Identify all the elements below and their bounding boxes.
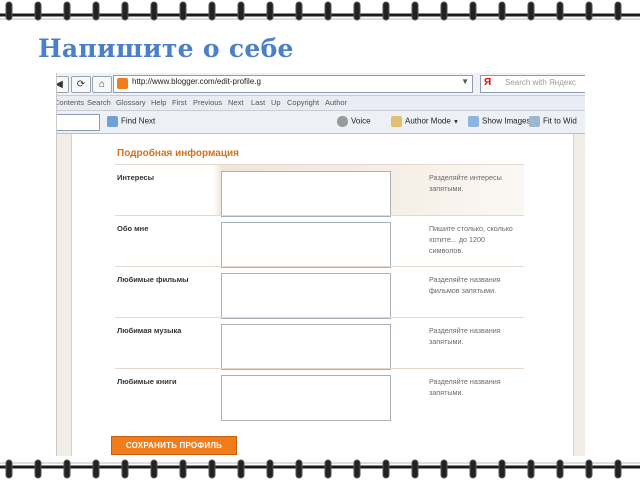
find-input[interactable] <box>57 114 100 131</box>
field-label: Интересы <box>117 173 154 182</box>
field-label: Любимая музыка <box>117 326 182 335</box>
menu-item-help[interactable]: Help <box>151 98 166 107</box>
menu-item-first[interactable]: First <box>172 98 187 107</box>
voice-button[interactable]: Voice <box>337 116 371 127</box>
address-bar[interactable]: http://www.blogger.com/edit-profile.g ▼ <box>113 75 473 93</box>
favorite-movies-textarea[interactable] <box>221 273 391 319</box>
reload-icon[interactable]: ⟳ <box>71 76 91 93</box>
find-next-button[interactable]: Find Next <box>107 116 155 127</box>
author-mode-dropdown-icon: ▼ <box>453 119 459 126</box>
help-menu-bar: Contents Search Glossary Help First Prev… <box>57 96 585 111</box>
profile-form-panel: Подробная информация Интересы Разделяйте… <box>71 134 574 456</box>
browser-nav-bar: ◀ ⟳ ⌂ http://www.blogger.com/edit-profil… <box>57 73 585 96</box>
back-arrow-icon[interactable]: ◀ <box>57 76 69 93</box>
menu-item-search[interactable]: Search <box>87 98 111 107</box>
browser-screenshot: ◀ ⟳ ⌂ http://www.blogger.com/edit-profil… <box>56 73 585 456</box>
address-bar-url: http://www.blogger.com/edit-profile.g <box>132 77 261 86</box>
interests-textarea[interactable] <box>221 171 391 217</box>
address-dropdown-icon[interactable]: ▼ <box>461 77 469 86</box>
field-row-interests: Интересы Разделяйте интересы запятыми. <box>115 164 524 217</box>
field-hint: Разделяйте названия фильмов запятыми. <box>429 275 501 295</box>
author-mode-label: Author Mode <box>405 116 451 126</box>
menu-item-contents[interactable]: Contents <box>57 98 84 107</box>
author-mode-button[interactable]: Author Mode ▼ <box>391 116 459 127</box>
field-hint: Пишите столько, сколько хотите... до 120… <box>429 224 513 255</box>
field-row-favorite-movies: Любимые фильмы Разделяйте названия фильм… <box>115 266 524 319</box>
favorite-books-textarea[interactable] <box>221 375 391 421</box>
spiral-rings-top-icon <box>0 1 640 21</box>
voice-label: Voice <box>351 116 371 126</box>
profile-fields: Интересы Разделяйте интересы запятыми. О… <box>115 164 524 421</box>
home-icon[interactable]: ⌂ <box>92 76 112 93</box>
about-me-textarea[interactable] <box>221 222 391 268</box>
show-images-label: Show Images <box>482 116 531 126</box>
field-row-favorite-music: Любимая музыка Разделяйте названия запят… <box>115 317 524 370</box>
find-next-icon <box>107 116 118 127</box>
browser-toolbar: Find Next Voice Author Mode ▼ Show Image… <box>57 111 585 134</box>
fit-to-width-button[interactable]: Fit to Wid <box>529 116 577 127</box>
yandex-search-input[interactable]: Я Search with Яндекс <box>480 75 585 93</box>
show-images-button[interactable]: Show Images <box>468 116 530 127</box>
slide-title: Напишите о себе <box>38 34 294 63</box>
yandex-logo-icon: Я <box>484 77 492 88</box>
field-hint: Разделяйте названия запятыми. <box>429 326 501 346</box>
author-mode-icon <box>391 116 402 127</box>
save-profile-button[interactable]: СОХРАНИТЬ ПРОФИЛЬ <box>111 436 237 455</box>
blogger-favicon-icon <box>117 78 128 89</box>
search-placeholder: Search with Яндекс <box>505 78 576 87</box>
field-row-favorite-books: Любимые книги Разделяйте названия запяты… <box>115 368 524 421</box>
menu-item-previous[interactable]: Previous <box>193 98 222 107</box>
field-hint: Разделяйте интересы запятыми. <box>429 173 502 193</box>
field-hint: Разделяйте названия запятыми. <box>429 377 501 397</box>
spiral-rings-bottom-icon <box>0 459 640 479</box>
field-label: Любимые фильмы <box>117 275 189 284</box>
favorite-music-textarea[interactable] <box>221 324 391 370</box>
microphone-icon <box>337 116 348 127</box>
fit-to-width-label: Fit to Wid <box>543 116 577 126</box>
menu-item-author[interactable]: Author <box>325 98 347 107</box>
menu-item-last[interactable]: Last <box>251 98 265 107</box>
field-label: Любимые книги <box>117 377 177 386</box>
section-title: Подробная информация <box>117 148 239 159</box>
image-icon <box>468 116 479 127</box>
field-label: Обо мне <box>117 224 149 233</box>
spiral-binding-top <box>0 0 640 26</box>
menu-item-copyright[interactable]: Copyright <box>287 98 319 107</box>
menu-item-next[interactable]: Next <box>228 98 243 107</box>
menu-item-up[interactable]: Up <box>271 98 281 107</box>
field-row-about-me: Обо мне Пишите столько, сколько хотите..… <box>115 215 524 268</box>
spiral-binding-bottom <box>0 456 640 482</box>
menu-item-glossary[interactable]: Glossary <box>116 98 146 107</box>
fit-width-icon <box>529 116 540 127</box>
find-next-label: Find Next <box>121 116 156 126</box>
